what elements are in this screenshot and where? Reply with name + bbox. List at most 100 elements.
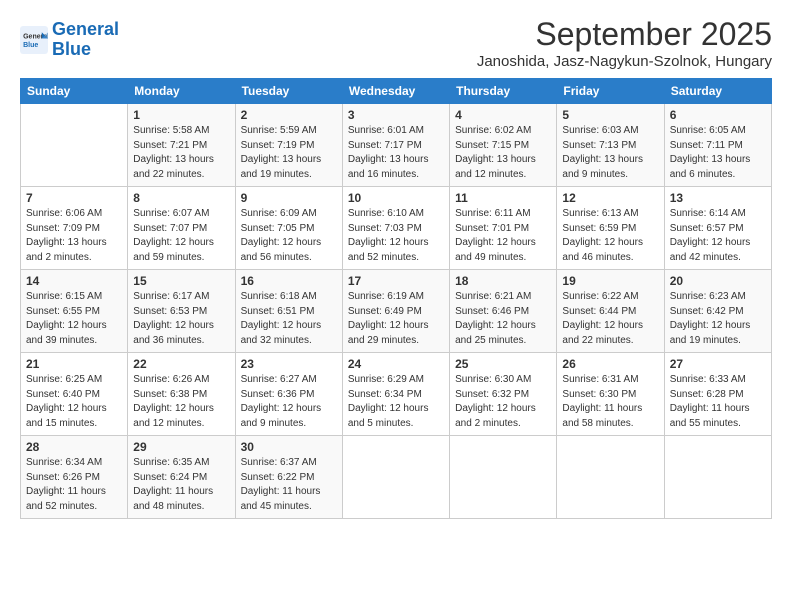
day-info: Sunrise: 6:35 AM Sunset: 6:24 PM Dayligh… [133,456,229,514]
day-number: 17 [348,274,444,288]
calendar-cell: 4 Sunrise: 6:02 AM Sunset: 7:15 PM Daylig… [450,104,557,187]
calendar-cell: 19Sunrise: 6:22 AM Sunset: 6:44 PM Dayli… [557,270,664,353]
day-number: 11 [455,191,551,205]
day-number: 14 [26,274,122,288]
weekday-header-friday: Friday [557,79,664,104]
calendar-table: SundayMondayTuesdayWednesdayThursdayFrid… [20,78,772,519]
day-number: 4 [455,108,551,122]
calendar-cell: 22 Sunrise: 6:26 AM Sunset: 6:38 PM Dayli… [128,353,235,436]
day-info: Sunrise: 6:10 AM Sunset: 7:03 PM Dayligh… [348,207,444,265]
day-info: Sunrise: 6:18 AM Sunset: 6:51 PM Dayligh… [241,290,337,348]
day-number: 1 [133,108,229,122]
calendar-cell: 21 Sunrise: 6:25 AM Sunset: 6:40 PM Dayli… [21,353,128,436]
week-row-3: 14 Sunrise: 6:15 AM Sunset: 6:55 PM Dayli… [21,270,772,353]
day-info: Sunrise: 5:58 AM Sunset: 7:21 PM Dayligh… [133,124,229,182]
weekday-header-thursday: Thursday [450,79,557,104]
day-number: 6 [670,108,766,122]
calendar-cell: 1 Sunrise: 5:58 AM Sunset: 7:21 PM Daylig… [128,104,235,187]
title-block: September 2025 Janoshida, Jasz-Nagykun-S… [477,16,772,70]
calendar-cell: 3 Sunrise: 6:01 AM Sunset: 7:17 PM Daylig… [342,104,449,187]
day-info: Sunrise: 5:59 AM Sunset: 7:19 PM Dayligh… [241,124,337,182]
day-number: 25 [455,357,551,371]
day-number: 12 [562,191,658,205]
day-info: Sunrise: 6:26 AM Sunset: 6:38 PM Dayligh… [133,373,229,431]
calendar-cell [450,436,557,519]
day-number: 22 [133,357,229,371]
day-number: 24 [348,357,444,371]
week-row-1: 1 Sunrise: 5:58 AM Sunset: 7:21 PM Daylig… [21,104,772,187]
calendar-cell: 2 Sunrise: 5:59 AM Sunset: 7:19 PM Daylig… [235,104,342,187]
day-number: 16 [241,274,337,288]
calendar-cell: 17 Sunrise: 6:19 AM Sunset: 6:49 PM Dayli… [342,270,449,353]
day-info: Sunrise: 6:06 AM Sunset: 7:09 PM Dayligh… [26,207,122,265]
day-info: Sunrise: 6:19 AM Sunset: 6:49 PM Dayligh… [348,290,444,348]
day-number: 7 [26,191,122,205]
weekday-header-tuesday: Tuesday [235,79,342,104]
day-number: 20 [670,274,766,288]
location-title: Janoshida, Jasz-Nagykun-Szolnok, Hungary [477,53,772,70]
day-info: Sunrise: 6:05 AM Sunset: 7:11 PM Dayligh… [670,124,766,182]
day-info: Sunrise: 6:17 AM Sunset: 6:53 PM Dayligh… [133,290,229,348]
day-number: 5 [562,108,658,122]
day-info: Sunrise: 6:21 AM Sunset: 6:46 PM Dayligh… [455,290,551,348]
calendar-cell: 24 Sunrise: 6:29 AM Sunset: 6:34 PM Dayli… [342,353,449,436]
calendar-cell: 29 Sunrise: 6:35 AM Sunset: 6:24 PM Dayli… [128,436,235,519]
day-number: 19 [562,274,658,288]
header: General Blue General Blue September 2025… [20,16,772,70]
day-info: Sunrise: 6:01 AM Sunset: 7:17 PM Dayligh… [348,124,444,182]
day-number: 23 [241,357,337,371]
calendar-cell: 20 Sunrise: 6:23 AM Sunset: 6:42 PM Dayli… [664,270,771,353]
month-title: September 2025 [477,16,772,53]
calendar-cell: 15Sunrise: 6:17 AM Sunset: 6:53 PM Dayli… [128,270,235,353]
day-info: Sunrise: 6:02 AM Sunset: 7:15 PM Dayligh… [455,124,551,182]
day-info: Sunrise: 6:25 AM Sunset: 6:40 PM Dayligh… [26,373,122,431]
calendar-cell [664,436,771,519]
day-info: Sunrise: 6:31 AM Sunset: 6:30 PM Dayligh… [562,373,658,431]
calendar-cell: 7 Sunrise: 6:06 AM Sunset: 7:09 PM Daylig… [21,187,128,270]
week-row-5: 28 Sunrise: 6:34 AM Sunset: 6:26 PM Dayli… [21,436,772,519]
day-number: 3 [348,108,444,122]
day-number: 2 [241,108,337,122]
weekday-header-monday: Monday [128,79,235,104]
day-info: Sunrise: 6:15 AM Sunset: 6:55 PM Dayligh… [26,290,122,348]
day-number: 13 [670,191,766,205]
calendar-cell: 26 Sunrise: 6:31 AM Sunset: 6:30 PM Dayli… [557,353,664,436]
calendar-cell: 16 Sunrise: 6:18 AM Sunset: 6:51 PM Dayli… [235,270,342,353]
weekday-header-wednesday: Wednesday [342,79,449,104]
calendar-cell: 9 Sunrise: 6:09 AM Sunset: 7:05 PM Daylig… [235,187,342,270]
day-info: Sunrise: 6:23 AM Sunset: 6:42 PM Dayligh… [670,290,766,348]
week-row-2: 7 Sunrise: 6:06 AM Sunset: 7:09 PM Daylig… [21,187,772,270]
calendar-cell: 8Sunrise: 6:07 AM Sunset: 7:07 PM Daylig… [128,187,235,270]
weekday-header-row: SundayMondayTuesdayWednesdayThursdayFrid… [21,79,772,104]
logo: General Blue General Blue [20,20,119,60]
day-info: Sunrise: 6:07 AM Sunset: 7:07 PM Dayligh… [133,207,229,265]
week-row-4: 21 Sunrise: 6:25 AM Sunset: 6:40 PM Dayli… [21,353,772,436]
svg-text:Blue: Blue [23,42,38,49]
logo-icon: General Blue [20,26,48,54]
day-number: 9 [241,191,337,205]
calendar-cell: 23 Sunrise: 6:27 AM Sunset: 6:36 PM Dayli… [235,353,342,436]
day-number: 27 [670,357,766,371]
day-number: 18 [455,274,551,288]
day-number: 29 [133,440,229,454]
calendar-cell: 14 Sunrise: 6:15 AM Sunset: 6:55 PM Dayli… [21,270,128,353]
day-number: 26 [562,357,658,371]
day-info: Sunrise: 6:27 AM Sunset: 6:36 PM Dayligh… [241,373,337,431]
day-number: 10 [348,191,444,205]
day-info: Sunrise: 6:11 AM Sunset: 7:01 PM Dayligh… [455,207,551,265]
day-number: 28 [26,440,122,454]
day-number: 21 [26,357,122,371]
calendar-cell: 13Sunrise: 6:14 AM Sunset: 6:57 PM Dayli… [664,187,771,270]
calendar-cell: 27 Sunrise: 6:33 AM Sunset: 6:28 PM Dayli… [664,353,771,436]
day-info: Sunrise: 6:33 AM Sunset: 6:28 PM Dayligh… [670,373,766,431]
calendar-cell [21,104,128,187]
day-info: Sunrise: 6:09 AM Sunset: 7:05 PM Dayligh… [241,207,337,265]
calendar-cell: 18 Sunrise: 6:21 AM Sunset: 6:46 PM Dayli… [450,270,557,353]
day-info: Sunrise: 6:34 AM Sunset: 6:26 PM Dayligh… [26,456,122,514]
calendar-cell: 28 Sunrise: 6:34 AM Sunset: 6:26 PM Dayli… [21,436,128,519]
weekday-header-sunday: Sunday [21,79,128,104]
calendar-cell: 10 Sunrise: 6:10 AM Sunset: 7:03 PM Dayli… [342,187,449,270]
day-info: Sunrise: 6:29 AM Sunset: 6:34 PM Dayligh… [348,373,444,431]
day-info: Sunrise: 6:37 AM Sunset: 6:22 PM Dayligh… [241,456,337,514]
day-info: Sunrise: 6:03 AM Sunset: 7:13 PM Dayligh… [562,124,658,182]
